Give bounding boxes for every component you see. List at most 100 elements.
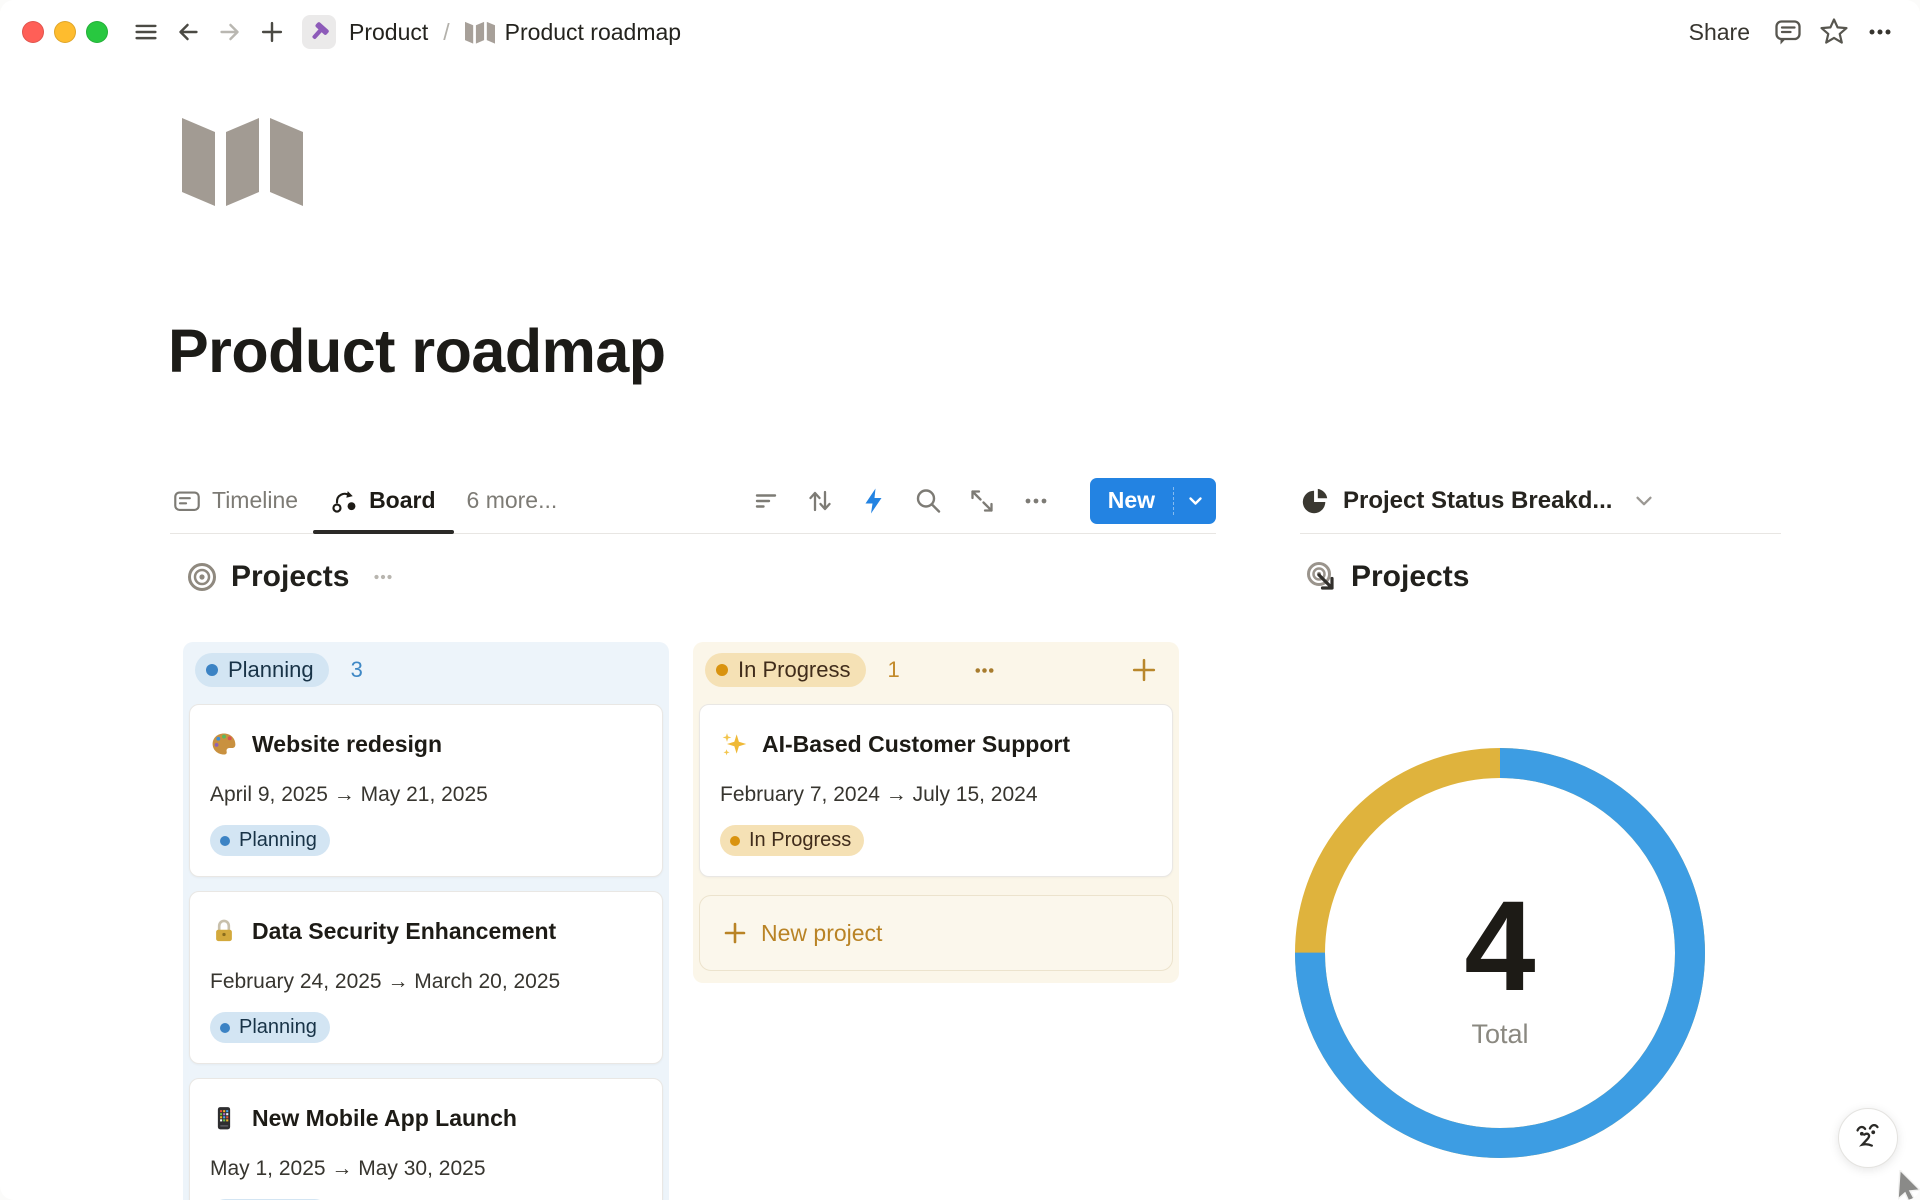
- lightning-icon: [858, 485, 890, 517]
- card-date-range: February 24, 2025 → March 20, 2025: [210, 968, 642, 996]
- status-pill-label: In Progress: [738, 657, 851, 683]
- status-pill-label: Planning: [228, 657, 314, 683]
- search-icon: [912, 485, 944, 517]
- card-data-security-enhancement[interactable]: Data Security Enhancement February 24, 2…: [189, 891, 663, 1064]
- tab-timeline-label: Timeline: [212, 487, 298, 514]
- card-new-mobile-app-launch[interactable]: New Mobile App Launch May 1, 2025 → May …: [189, 1078, 663, 1200]
- pie-chart-icon: [1300, 486, 1330, 516]
- card-title: Website redesign: [252, 725, 442, 763]
- breadcrumb-item-product-roadmap[interactable]: Product roadmap: [461, 17, 685, 48]
- star-icon: [1818, 16, 1850, 48]
- card-status-label: In Progress: [749, 829, 851, 852]
- close-window-button[interactable]: [22, 21, 44, 43]
- chart-view-selector-label: Project Status Breakd...: [1343, 487, 1612, 515]
- view-options-button[interactable]: [1020, 485, 1052, 517]
- kanban-board: Planning 3 Website redesign April 9, 202…: [183, 642, 1179, 1200]
- new-button[interactable]: New: [1090, 478, 1216, 524]
- status-dot-blue: [206, 664, 218, 676]
- column-planning-header: Planning 3: [189, 650, 663, 690]
- column-count: 3: [351, 657, 363, 683]
- column-options-button[interactable]: [971, 657, 998, 687]
- sidebar-menu-button[interactable]: [128, 14, 164, 50]
- automations-button[interactable]: [858, 485, 890, 517]
- status-donut[interactable]: 4 Total: [1295, 748, 1705, 1158]
- card-status-label: Planning: [239, 829, 317, 852]
- card-status-label: Planning: [239, 1016, 317, 1039]
- filter-button[interactable]: [750, 485, 782, 517]
- comment-icon: [1772, 16, 1804, 48]
- sort-button[interactable]: [804, 485, 836, 517]
- board-group-heading: Projects: [186, 560, 396, 594]
- breadcrumb-separator: /: [441, 19, 451, 46]
- status-dot-yellow: [716, 664, 728, 676]
- status-pill-in-progress[interactable]: In Progress: [705, 653, 866, 687]
- new-project-button[interactable]: New project: [699, 895, 1173, 971]
- breadcrumb-item-product[interactable]: Product: [345, 17, 432, 48]
- share-button[interactable]: Share: [1679, 15, 1760, 50]
- active-tab-underline: [313, 530, 453, 534]
- chart-view-selector[interactable]: Project Status Breakd...: [1300, 468, 1781, 534]
- card-title: Data Security Enhancement: [252, 912, 556, 950]
- top-bar: Product / Product roadmap Share: [0, 0, 1920, 64]
- new-tab-button[interactable]: [254, 14, 290, 50]
- favorite-button[interactable]: [1816, 14, 1852, 50]
- card-ai-based-customer-support[interactable]: AI-Based Customer Support February 7, 20…: [699, 704, 1173, 877]
- forward-button[interactable]: [212, 14, 248, 50]
- chevron-down-icon: [1633, 492, 1655, 510]
- column-in-progress-header: In Progress 1: [699, 650, 1173, 690]
- tabs-more-label: 6 more...: [467, 487, 558, 514]
- tab-board[interactable]: Board: [327, 468, 437, 533]
- card-website-redesign[interactable]: Website redesign April 9, 2025 → May 21,…: [189, 704, 663, 877]
- card-date-range: April 9, 2025 → May 21, 2025: [210, 781, 642, 809]
- forward-arrow-icon: [215, 17, 245, 47]
- comments-button[interactable]: [1770, 14, 1806, 50]
- expand-button[interactable]: [966, 485, 998, 517]
- workspace-icon[interactable]: [302, 15, 336, 49]
- status-dot-yellow: [730, 836, 740, 846]
- map-icon: [465, 20, 495, 44]
- map-icon-large: [182, 112, 303, 206]
- page-icon-map[interactable]: [180, 112, 304, 208]
- bullseye-arrow-icon: [1306, 561, 1338, 593]
- back-button[interactable]: [170, 14, 206, 50]
- tab-timeline[interactable]: Timeline: [170, 468, 300, 533]
- mobile-phone-icon: [210, 1104, 238, 1132]
- new-button-label: New: [1090, 487, 1173, 514]
- status-pill-planning[interactable]: Planning: [195, 653, 329, 687]
- column-in-progress: In Progress 1 AI-Based Customer Support …: [693, 642, 1179, 983]
- card-title: AI-Based Customer Support: [762, 725, 1070, 763]
- chevron-down-icon: [1187, 494, 1204, 508]
- chart-heading: Projects: [1306, 560, 1469, 594]
- page-options-button[interactable]: [1862, 14, 1898, 50]
- tab-board-label: Board: [369, 487, 435, 514]
- search-button[interactable]: [912, 485, 944, 517]
- card-title: New Mobile App Launch: [252, 1099, 517, 1137]
- mouse-cursor: [1898, 1170, 1920, 1200]
- notion-ai-button[interactable]: [1838, 1108, 1898, 1168]
- timeline-view-icon: [172, 486, 202, 516]
- sparkles-icon: [720, 730, 748, 758]
- bullseye-icon: [186, 561, 218, 593]
- plus-icon: [257, 17, 287, 47]
- back-arrow-icon: [173, 17, 203, 47]
- plus-icon: [722, 920, 748, 946]
- card-date-range: February 7, 2024 → July 15, 2024: [720, 781, 1152, 809]
- expand-icon: [966, 485, 998, 517]
- donut-chart: [1295, 748, 1705, 1158]
- status-dot-blue: [220, 1023, 230, 1033]
- breadcrumb: Product / Product roadmap: [302, 15, 685, 49]
- column-count: 1: [888, 657, 900, 683]
- status-dot-blue: [220, 836, 230, 846]
- view-tabs: Timeline Board 6 more...: [170, 468, 559, 533]
- group-options-button[interactable]: [370, 564, 396, 590]
- ellipsis-icon: [971, 657, 998, 684]
- minimize-window-button[interactable]: [54, 21, 76, 43]
- card-status-tag: Planning: [210, 1012, 330, 1043]
- new-button-dropdown[interactable]: [1174, 494, 1216, 508]
- zoom-window-button[interactable]: [86, 21, 108, 43]
- sort-icon: [804, 485, 836, 517]
- page-title[interactable]: Product roadmap: [168, 316, 666, 386]
- view-toolbar: New: [750, 478, 1216, 524]
- column-add-card-button[interactable]: [1129, 655, 1159, 688]
- tabs-more[interactable]: 6 more...: [465, 468, 560, 533]
